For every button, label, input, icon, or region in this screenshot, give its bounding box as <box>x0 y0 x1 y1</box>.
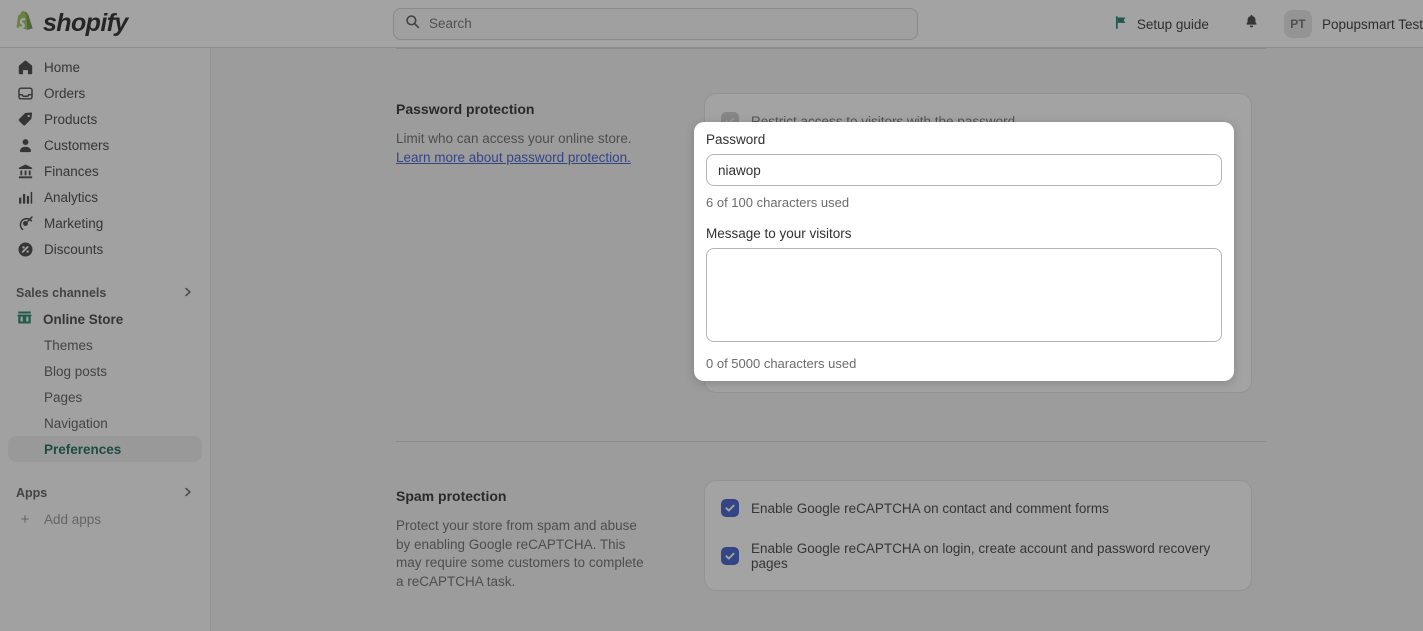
message-textarea[interactable] <box>706 248 1222 342</box>
password-char-count: 6 of 100 characters used <box>706 195 1222 210</box>
message-field-label: Message to your visitors <box>706 226 1222 241</box>
password-popover: Password 6 of 100 characters used Messag… <box>694 122 1234 381</box>
message-char-count: 0 of 5000 characters used <box>706 356 1222 371</box>
password-input[interactable] <box>706 154 1222 186</box>
password-field-label: Password <box>706 132 1222 147</box>
